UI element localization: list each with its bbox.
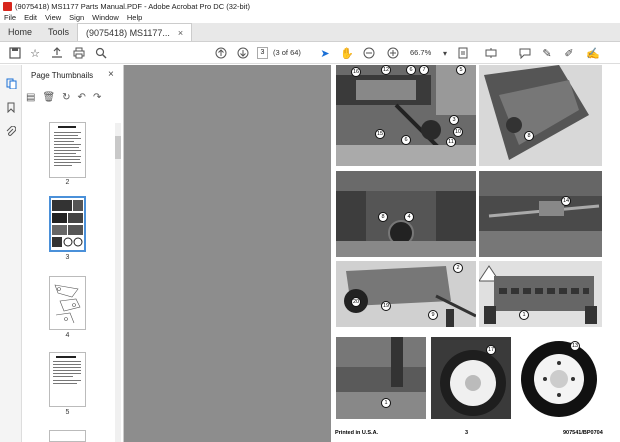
callout-marker: 17 xyxy=(486,345,496,355)
title-bar: (9075418) MS1177 Parts Manual.PDF - Adob… xyxy=(0,0,620,12)
page-footer-left: Printed in U.S.A. xyxy=(335,430,379,436)
callout-marker: 10 xyxy=(453,127,463,137)
photo-chain-drive xyxy=(479,171,602,257)
page-footer-number: 3 xyxy=(465,430,469,436)
thumbnail-page-5[interactable] xyxy=(49,352,86,407)
draw-icon[interactable]: ✐ xyxy=(562,46,576,60)
menu-view[interactable]: View xyxy=(45,13,61,22)
chevron-down-icon[interactable]: ▾ xyxy=(438,46,452,60)
panel-toolbar: ▤ 🗑 ↻ ↶ ↷ xyxy=(26,89,122,105)
callout-marker: 14 xyxy=(561,196,571,206)
callout-marker: 13 xyxy=(570,341,580,351)
page-number-input[interactable]: 3 xyxy=(257,47,268,59)
tab-tools-label: Tools xyxy=(48,26,70,37)
photo-tire-left xyxy=(431,337,511,419)
callout-marker: 12 xyxy=(381,65,391,75)
pdf-page: 16 12 6 7 5 3 10 11 15 6 8 8 4 14 2 20 1… xyxy=(331,65,620,442)
redo-icon[interactable]: ↷ xyxy=(93,92,101,103)
callout-marker: 2 xyxy=(453,263,463,273)
zoom-level[interactable]: 66.7% xyxy=(410,48,431,57)
photo-tire-right xyxy=(515,337,602,419)
callout-marker: 1 xyxy=(381,398,391,408)
delete-page-icon[interactable]: 🗑 xyxy=(42,92,55,103)
attachment-icon[interactable] xyxy=(5,125,17,137)
close-tab-icon[interactable]: × xyxy=(178,28,183,38)
tab-document[interactable]: (9075418) MS1177... × xyxy=(77,23,193,41)
scroll-mode-icon[interactable] xyxy=(484,46,498,60)
thumbnails-icon[interactable] xyxy=(5,77,17,89)
page-thumbnails-panel: Page Thumbnails × ▤ 🗑 ↻ ↶ ↷ 2 3 4 5 xyxy=(22,65,124,442)
left-rail xyxy=(0,65,22,442)
comment-icon[interactable] xyxy=(518,46,532,60)
window-title: (9075418) MS1177 Parts Manual.PDF - Adob… xyxy=(15,1,250,11)
page-up-icon[interactable] xyxy=(214,46,228,60)
sign-icon[interactable]: ✍ xyxy=(586,46,600,60)
photo-spreader-rear xyxy=(479,261,602,327)
thumbnail-label: 2 xyxy=(65,179,70,186)
photo-spreader-side xyxy=(479,65,602,166)
callout-marker: 16 xyxy=(351,67,361,77)
callout-marker: 15 xyxy=(375,129,385,139)
bookmark-icon[interactable] xyxy=(5,101,17,113)
callout-marker: 19 xyxy=(381,301,391,311)
thumbnail-page-3[interactable] xyxy=(49,196,86,252)
rotate-icon[interactable]: ↻ xyxy=(62,92,70,103)
tab-document-label: (9075418) MS1177... xyxy=(86,27,170,38)
menu-help[interactable]: Help xyxy=(127,13,142,22)
tab-home[interactable]: Home xyxy=(0,22,40,41)
page-footer-right: 907541/BP0704 xyxy=(563,430,603,436)
thumbnail-page-6[interactable] xyxy=(49,430,86,442)
callout-marker: 9 xyxy=(428,310,438,320)
thumbnail-label: 4 xyxy=(65,332,70,339)
menu-sign[interactable]: Sign xyxy=(69,13,84,22)
scrollbar-thumb[interactable] xyxy=(115,136,121,159)
save-icon[interactable] xyxy=(8,46,22,60)
zoom-out-icon[interactable] xyxy=(362,46,376,60)
search-icon[interactable] xyxy=(94,46,108,60)
hand-tool-icon[interactable]: ✋ xyxy=(340,46,354,60)
callout-marker: 11 xyxy=(446,137,456,147)
bookmark-star-icon[interactable]: ☆ xyxy=(28,46,42,60)
tab-home-label: Home xyxy=(8,26,33,37)
document-canvas: 16 12 6 7 5 3 10 11 15 6 8 8 4 14 2 20 1… xyxy=(124,65,620,442)
callout-marker: 6 xyxy=(401,135,411,145)
toolbar: ☆ 3 (3 of 64) ➤ ✋ 66.7% ▾ ✎ ✐ ✍ xyxy=(0,42,620,64)
callout-marker: 7 xyxy=(419,65,429,75)
zoom-in-icon[interactable] xyxy=(386,46,400,60)
callout-marker: 1 xyxy=(519,310,529,320)
upload-icon[interactable] xyxy=(50,46,64,60)
thumbnail-page-4[interactable] xyxy=(49,276,86,330)
thumbnail-page-2[interactable] xyxy=(49,122,86,178)
callout-marker: 8 xyxy=(524,131,534,141)
photo-wheel-hub xyxy=(336,337,426,419)
callout-marker: 6 xyxy=(406,65,416,75)
thumbnail-label: 5 xyxy=(65,409,70,416)
menu-bar: File Edit View Sign Window Help xyxy=(0,12,620,23)
callout-marker: 3 xyxy=(449,115,459,125)
panel-scrollbar[interactable] xyxy=(115,123,121,442)
menu-file[interactable]: File xyxy=(4,13,16,22)
highlight-pen-icon[interactable]: ✎ xyxy=(540,46,554,60)
callout-marker: 4 xyxy=(404,212,414,222)
callout-marker: 8 xyxy=(378,212,388,222)
undo-icon[interactable]: ↶ xyxy=(78,92,86,103)
menu-edit[interactable]: Edit xyxy=(24,13,37,22)
acrobat-icon xyxy=(3,1,12,11)
tab-bar: Home Tools (9075418) MS1177... × xyxy=(0,23,620,42)
tab-tools[interactable]: Tools xyxy=(40,22,77,41)
print-icon[interactable] xyxy=(72,46,86,60)
select-cursor-icon[interactable]: ➤ xyxy=(318,46,332,60)
panel-title: Page Thumbnails xyxy=(31,71,94,80)
page-down-icon[interactable] xyxy=(236,46,250,60)
thumbnail-label: 3 xyxy=(65,254,70,261)
fit-page-icon[interactable] xyxy=(456,46,470,60)
close-panel-icon[interactable]: × xyxy=(108,69,114,80)
callout-marker: 20 xyxy=(351,297,361,307)
callout-marker: 5 xyxy=(456,65,466,75)
menu-window[interactable]: Window xyxy=(92,13,119,22)
page-count: (3 of 64) xyxy=(273,48,301,57)
thumbnail-options-icon[interactable]: ▤ xyxy=(26,92,35,103)
